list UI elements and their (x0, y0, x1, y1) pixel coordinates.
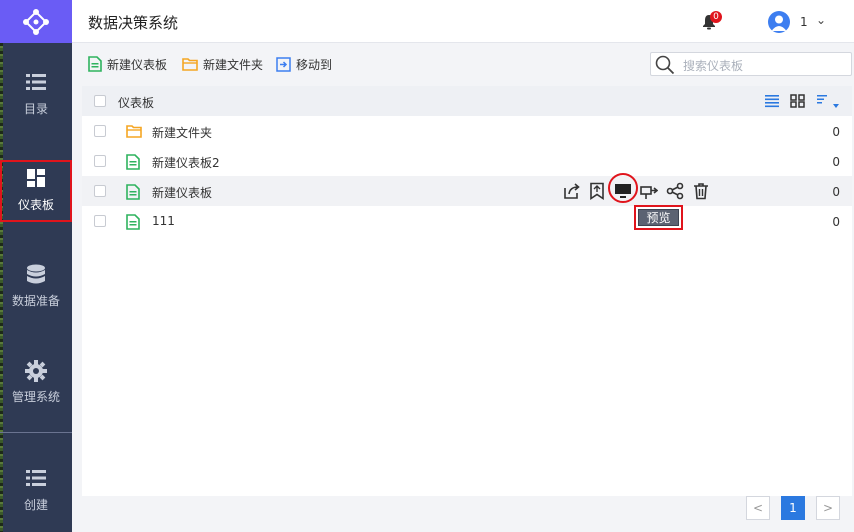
item-count: 0 (832, 215, 840, 229)
dashboard-file-icon (126, 154, 140, 170)
chevron-down-icon[interactable]: ⌄ (816, 13, 826, 27)
folder-icon (126, 125, 142, 138)
share-link-icon[interactable] (666, 182, 684, 200)
item-count: 0 (832, 125, 840, 139)
logo-icon (23, 8, 49, 35)
item-name[interactable]: 新建文件夹 (152, 124, 212, 141)
sidebar-item-label: 目录 (23, 102, 48, 116)
item-count: 0 (832, 185, 840, 199)
move-icon (276, 56, 291, 72)
row-checkbox[interactable] (94, 155, 106, 167)
list-view-icon[interactable] (764, 94, 780, 108)
dashboard-table: 仪表板 新建文件夹 0 新建仪表板2 0 新建仪表板 0 111 0 (82, 86, 852, 496)
prev-page-button[interactable]: < (746, 496, 770, 520)
avatar[interactable] (768, 11, 790, 33)
sidebar-item-data-prep[interactable]: 数据准备 (0, 256, 72, 318)
move-to-label: 移动到 (296, 57, 333, 72)
new-dashboard-label: 新建仪表板 (107, 57, 168, 72)
sidebar-item-admin[interactable]: 管理系统 (0, 352, 72, 414)
sidebar-item-label: 创建 (23, 498, 48, 512)
toolbar: 新建仪表板 新建文件夹 移动到 搜索仪表板 (82, 50, 852, 80)
sidebar-item-dashboard[interactable]: 仪表板 (0, 160, 72, 222)
item-name[interactable]: 新建仪表板 (152, 184, 212, 201)
bookmark-icon[interactable] (588, 182, 606, 200)
sort-icon[interactable] (816, 94, 840, 110)
sidebar-item-label: 管理系统 (11, 390, 60, 404)
sidebar: 目录 仪表板 数据准备 管理系统 创建 (0, 0, 72, 532)
row-checkbox[interactable] (94, 215, 106, 227)
sidebar-item-label: 数据准备 (11, 294, 60, 308)
item-count: 0 (832, 155, 840, 169)
notification-badge: 0 (710, 11, 722, 23)
search-placeholder: 搜索仪表板 (683, 59, 744, 73)
search-input[interactable]: 搜索仪表板 (650, 52, 852, 76)
folder-icon (182, 58, 198, 71)
new-dashboard-button[interactable]: 新建仪表板 (88, 56, 167, 72)
row-checkbox[interactable] (94, 125, 106, 137)
column-header-name: 仪表板 (118, 96, 155, 110)
share-icon[interactable] (563, 182, 581, 200)
database-icon (0, 264, 72, 288)
sidebar-divider (0, 432, 72, 433)
user-icon (771, 15, 787, 31)
publish-icon[interactable] (640, 182, 658, 200)
table-row[interactable]: 新建仪表板 0 (82, 173, 852, 206)
highlight-box (0, 160, 72, 222)
dashboard-file-icon (126, 184, 140, 200)
list-icon (0, 72, 72, 96)
grid-view-icon[interactable] (790, 94, 805, 108)
move-to-button[interactable]: 移动到 (276, 56, 332, 72)
row-checkbox[interactable] (94, 185, 106, 197)
table-header: 仪表板 (82, 86, 852, 116)
gear-icon (0, 360, 72, 384)
user-name[interactable]: 1 (800, 15, 808, 29)
app-logo[interactable] (0, 0, 72, 43)
page-number-button[interactable]: 1 (781, 496, 805, 520)
item-name[interactable]: 111 (152, 214, 175, 228)
select-all-checkbox[interactable] (94, 95, 106, 107)
trash-icon[interactable] (692, 182, 710, 200)
table-row[interactable]: 新建仪表板2 0 (82, 146, 852, 176)
preview-tooltip: 预览 (634, 205, 683, 230)
sidebar-item-create[interactable]: 创建 (0, 460, 72, 522)
list-icon (0, 468, 72, 492)
new-folder-label: 新建文件夹 (203, 57, 264, 72)
sidebar-item-catalog[interactable]: 目录 (0, 64, 72, 126)
item-name[interactable]: 新建仪表板2 (152, 154, 220, 171)
table-row[interactable]: 新建文件夹 0 (82, 116, 852, 146)
top-bar: 数据决策系统 0 1 ⌄ (72, 0, 854, 43)
app-title: 数据决策系统 (88, 14, 179, 32)
table-row[interactable]: 111 0 (82, 206, 852, 236)
new-folder-button[interactable]: 新建文件夹 (182, 56, 263, 72)
highlight-circle (608, 173, 638, 203)
next-page-button[interactable]: > (816, 496, 840, 520)
dashboard-file-icon (88, 56, 102, 72)
tooltip-text: 预览 (638, 209, 679, 226)
search-icon (655, 55, 675, 75)
dashboard-file-icon (126, 214, 140, 230)
